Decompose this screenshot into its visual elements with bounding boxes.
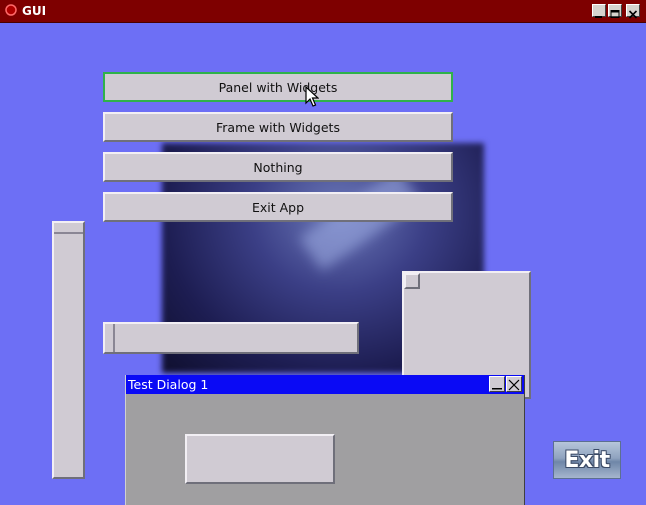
close-icon	[508, 379, 520, 391]
window-title: GUI	[22, 4, 47, 18]
minimize-icon	[595, 16, 602, 18]
horizontal-scrollbar[interactable]	[103, 322, 359, 354]
dialog-close-button[interactable]	[506, 376, 522, 392]
mouse-cursor-icon	[305, 86, 319, 107]
close-icon	[628, 10, 638, 19]
frame-with-widgets-button[interactable]: Frame with Widgets	[103, 112, 453, 142]
window-titlebar[interactable]: GUI	[0, 0, 646, 23]
dialog-minimize-button[interactable]	[489, 376, 505, 392]
panel-with-widgets-button[interactable]: Panel with Widgets	[103, 72, 453, 102]
panel-resize-handle[interactable]	[404, 273, 420, 289]
maximize-icon	[610, 10, 620, 18]
minimize-button[interactable]	[592, 4, 606, 18]
vertical-scrollbar[interactable]	[52, 221, 85, 479]
test-dialog: Test Dialog 1	[125, 375, 525, 505]
exit-image-button[interactable]: Exit	[553, 441, 621, 479]
horizontal-scrollbar-thumb[interactable]	[107, 324, 115, 352]
dialog-titlebar[interactable]: Test Dialog 1	[126, 375, 524, 394]
app-icon	[5, 4, 17, 16]
dialog-widget-box[interactable]	[185, 434, 335, 484]
minimize-icon	[492, 388, 502, 390]
exit-app-button[interactable]: Exit App	[103, 192, 453, 222]
nothing-button[interactable]: Nothing	[103, 152, 453, 182]
close-button[interactable]	[626, 4, 640, 19]
exit-label: Exit	[564, 447, 610, 473]
maximize-button[interactable]	[608, 4, 622, 18]
dialog-title: Test Dialog 1	[128, 377, 209, 392]
vertical-scrollbar-thumb[interactable]	[54, 225, 83, 234]
